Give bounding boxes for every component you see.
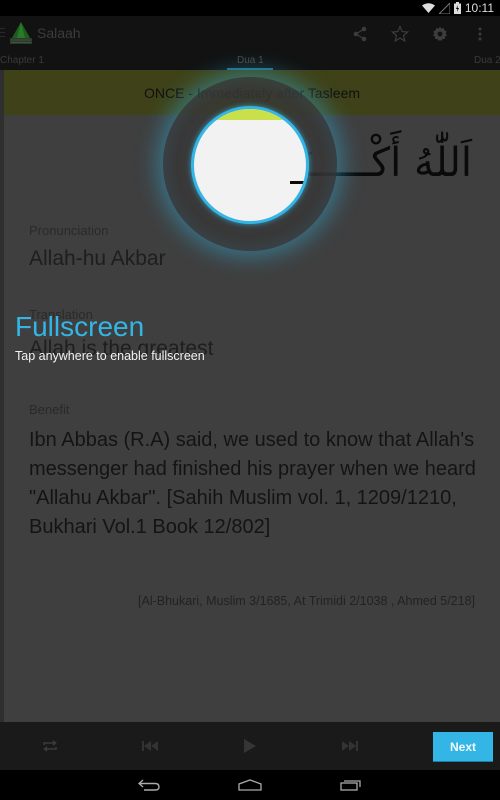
previous-button[interactable] [139,736,161,756]
next-track-button[interactable] [339,736,361,756]
app-logo-icon[interactable] [8,20,34,47]
battery-charging-icon [453,2,461,14]
content-edge [0,70,4,722]
skip-previous-icon [142,741,158,751]
settings-button[interactable] [430,24,450,44]
pronunciation-label: Pronunciation [29,223,109,238]
next-button[interactable]: Next [433,732,493,762]
play-icon [244,739,256,753]
gear-icon [433,26,447,41]
repeat-button[interactable] [39,736,61,756]
overflow-menu-button[interactable] [470,24,490,44]
app-title: Salaah [37,25,81,41]
action-bar: Salaah [0,16,500,51]
tab-dua-2[interactable]: Dua 2 [474,55,500,66]
home-button[interactable] [237,775,263,795]
clock: 10:11 [464,1,494,15]
share-button[interactable] [350,24,370,44]
recents-button[interactable] [338,775,364,795]
screen: 10:11 Salaah Chapter 1 Dua 1 Dua 2 ONCE … [0,0,500,800]
repeat-icon [43,740,57,752]
tab-dua-1[interactable]: Dua 1 [237,55,264,66]
favorite-button[interactable] [390,24,410,44]
play-button[interactable] [239,736,261,756]
signal-icon [438,2,450,14]
showcase-title: Fullscreen [15,311,145,342]
tab-chapter-1[interactable]: Chapter 1 [0,55,44,66]
system-navigation-bar [0,770,500,800]
hadith-reference: [Al-Bhukari, Muslim 3/1685, At Trimidi 2… [138,594,475,608]
playback-controls: Next [0,722,500,770]
home-icon [238,779,262,791]
pronunciation-text: Allah-hu Akbar [29,247,166,270]
overflow-menu-icon [478,27,482,41]
status-bar: 10:11 [0,0,500,16]
recents-icon [340,780,361,791]
spotlight-banner-slice [194,109,306,120]
back-icon [138,779,160,791]
skip-next-icon [342,741,358,751]
showcase-description: Tap anywhere to enable fullscreen [15,349,205,363]
benefit-text: Ibn Abbas (R.A) said, we used to know th… [29,429,476,538]
tab-strip: Chapter 1 Dua 1 Dua 2 [0,51,500,70]
showcase-spotlight[interactable] [191,106,309,224]
wifi-icon [421,3,435,13]
drawer-indicator-icon[interactable] [0,28,5,38]
star-icon [391,25,409,43]
benefit-label: Benefit [29,402,70,417]
share-icon [353,26,367,42]
back-button[interactable] [136,775,162,795]
